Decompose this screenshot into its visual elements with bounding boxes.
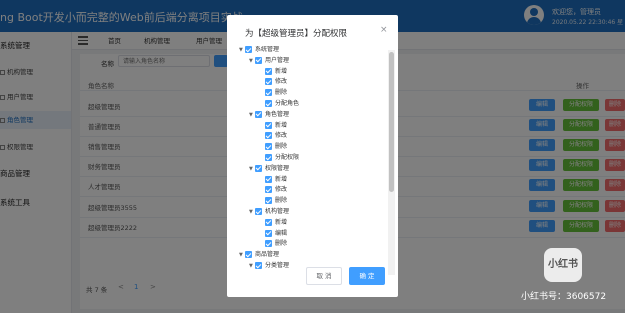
tree-node[interactable]: 删除 xyxy=(259,143,287,153)
tree-node[interactable]: 修改 xyxy=(259,78,287,88)
tree-node-label: 删除 xyxy=(275,197,288,205)
tree-node[interactable]: 删除 xyxy=(259,240,287,250)
checkbox[interactable] xyxy=(265,132,272,140)
tree-node[interactable]: 新增 xyxy=(259,67,288,78)
tree-node-label: 删除 xyxy=(275,143,288,151)
checkbox[interactable] xyxy=(265,143,272,151)
checkbox[interactable] xyxy=(255,262,262,269)
checkbox[interactable] xyxy=(265,78,272,86)
tree-node-label: 新增 xyxy=(275,175,288,183)
tree-node-label: 系统管理 xyxy=(255,46,280,53)
tree-node[interactable]: 修改 xyxy=(259,132,287,142)
checkbox[interactable] xyxy=(265,240,272,248)
checkbox[interactable] xyxy=(265,229,272,237)
tree-node-label: 删除 xyxy=(275,240,288,248)
tree-node-label: 编辑 xyxy=(275,229,288,237)
checkbox[interactable] xyxy=(265,67,272,75)
tree-node-label: 删除 xyxy=(275,89,288,97)
permission-tree: ▼ 系统管理 ▼ 用户管理 新增 修改 删除 分配角色 ▼ 角色管理 新增 修改 删除 分配权限 ▼ 权限管理… xyxy=(239,46,391,272)
confirm-button[interactable]: 确 定 xyxy=(349,267,385,285)
tree-node-label: 商品管理 xyxy=(255,251,280,259)
tree-node[interactable]: 新增 xyxy=(259,175,288,186)
tree-node[interactable]: 删除 xyxy=(259,197,287,207)
checkbox[interactable] xyxy=(265,197,272,205)
tree-node-label: 分配角色 xyxy=(275,100,300,107)
checkbox[interactable] xyxy=(265,175,272,183)
tree-node[interactable]: ▼ 分类管理 xyxy=(249,262,289,272)
checkbox[interactable] xyxy=(255,56,262,64)
watermark-logo: 小红书 xyxy=(544,248,582,282)
scrollbar-thumb[interactable] xyxy=(389,52,394,192)
checkbox[interactable] xyxy=(255,208,262,215)
tree-node[interactable]: ▼ 用户管理 xyxy=(249,56,290,67)
tree-node[interactable]: 新增 xyxy=(259,121,288,132)
cancel-button[interactable]: 取 消 xyxy=(306,267,342,285)
checkbox[interactable] xyxy=(265,186,272,194)
checkbox[interactable] xyxy=(255,110,262,118)
tree-node-label: 新增 xyxy=(275,67,288,75)
checkbox[interactable] xyxy=(265,218,272,226)
tree-node-label: 机构管理 xyxy=(265,208,290,215)
tree-node-label: 修改 xyxy=(275,132,288,140)
checkbox[interactable] xyxy=(265,121,272,129)
checkbox[interactable] xyxy=(245,46,252,53)
checkbox[interactable] xyxy=(245,251,252,259)
tree-node[interactable]: 新增 xyxy=(259,218,288,229)
dialog-title: 为【超级管理员】分配权限 xyxy=(245,29,348,39)
close-icon[interactable]: × xyxy=(380,25,388,35)
tree-node[interactable]: ▼ 系统管理 xyxy=(239,46,279,56)
tree-node-label: 修改 xyxy=(275,186,288,194)
tree-node-label: 新增 xyxy=(275,121,288,129)
tree-node[interactable]: 修改 xyxy=(259,186,287,196)
checkbox[interactable] xyxy=(265,100,272,107)
tree-node-label: 新增 xyxy=(275,218,288,226)
watermark-text: 小红书号：3606572 xyxy=(521,292,607,302)
tree-node[interactable]: 编辑 xyxy=(259,229,288,240)
tree-node-label: 分类管理 xyxy=(265,262,290,269)
checkbox[interactable] xyxy=(265,89,272,97)
tree-node[interactable]: 删除 xyxy=(259,89,287,99)
tree-node[interactable]: ▼ 角色管理 xyxy=(249,110,290,121)
tree-node[interactable]: ▼ 权限管理 xyxy=(249,164,290,175)
tree-node[interactable]: ▼ 商品管理 xyxy=(239,251,279,261)
checkbox[interactable] xyxy=(255,164,262,172)
tree-node[interactable]: 分配权限 xyxy=(259,154,299,164)
tree-node-label: 分配权限 xyxy=(275,154,300,161)
tree-node-label: 用户管理 xyxy=(265,56,290,64)
tree-node-label: 权限管理 xyxy=(265,164,290,172)
assign-permission-dialog: 为【超级管理员】分配权限 × ▼ 系统管理 ▼ 用户管理 新增 修改 删除 分配角色 ▼ 角色管理… xyxy=(227,15,398,297)
tree-node[interactable]: 分配角色 xyxy=(259,100,299,110)
tree-node-label: 角色管理 xyxy=(265,110,290,118)
checkbox[interactable] xyxy=(265,154,272,161)
tree-node[interactable]: ▼ 机构管理 xyxy=(249,208,289,218)
tree-node-label: 修改 xyxy=(275,78,288,86)
